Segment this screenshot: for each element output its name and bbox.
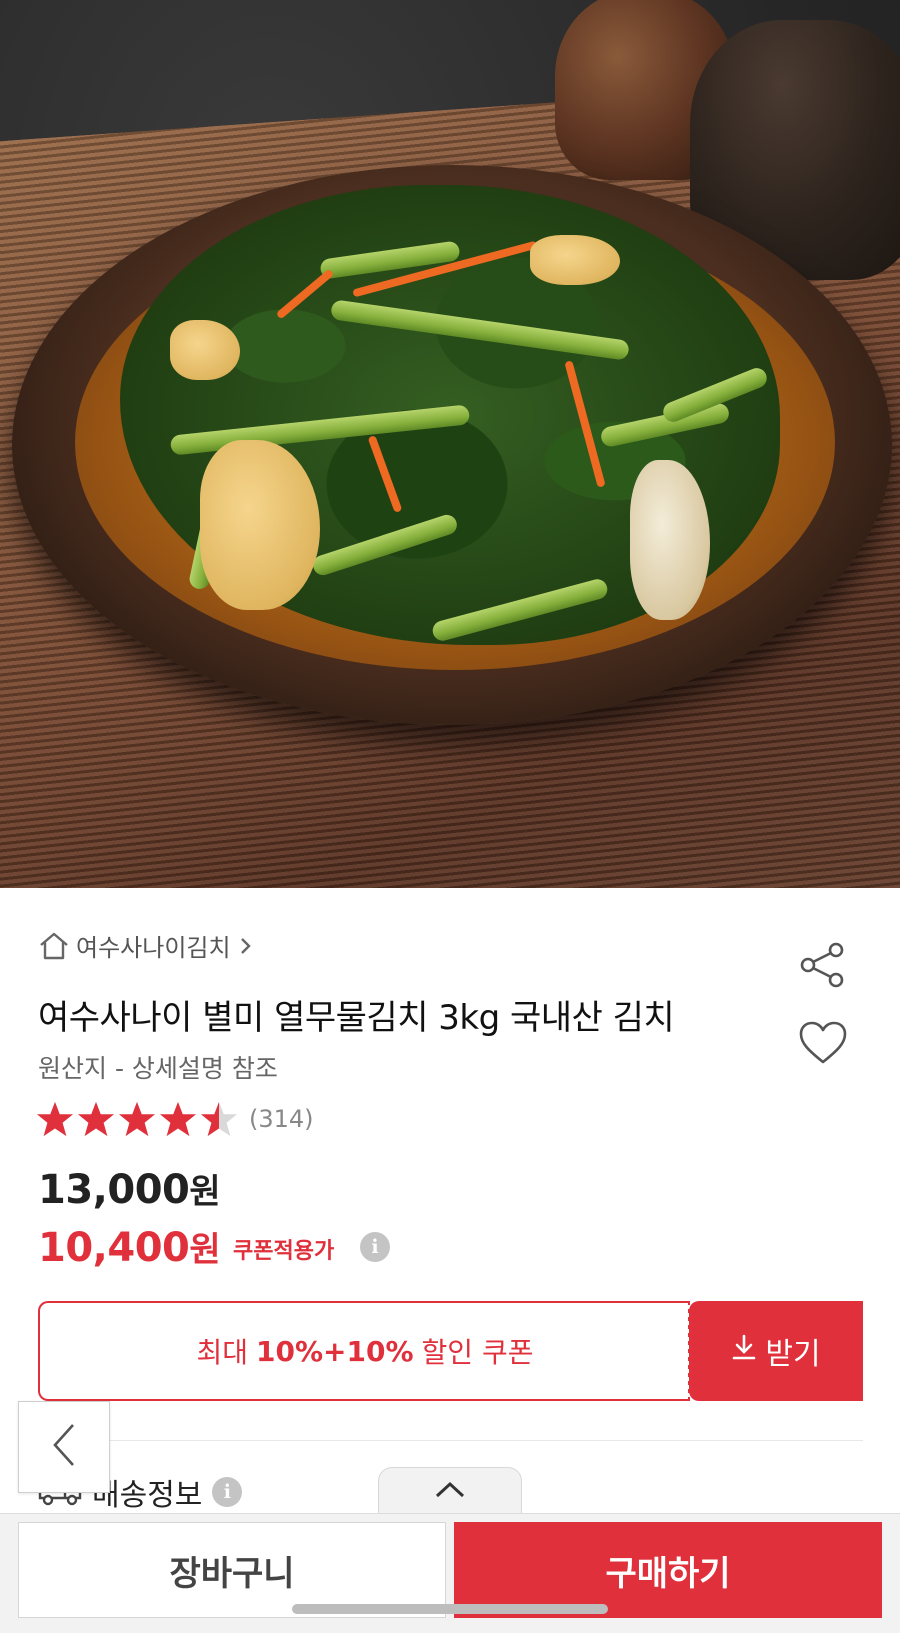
- chevron-right-icon: [237, 936, 253, 956]
- star-icon: [36, 1101, 74, 1137]
- back-button[interactable]: [18, 1401, 110, 1493]
- home-icon: [38, 931, 70, 961]
- original-price-value: 13,000: [38, 1167, 190, 1213]
- cabbage-leaf: [200, 440, 320, 610]
- coupon-prefix: 최대: [196, 1336, 249, 1369]
- store-name: 여수사나이김치: [76, 934, 231, 962]
- review-count: (314): [249, 1105, 314, 1133]
- half-star-icon: [200, 1101, 238, 1137]
- currency-unit: 원: [189, 1230, 221, 1270]
- sale-price: 10,400원: [38, 1222, 221, 1271]
- product-origin: 원산지 - 상세설명 참조: [38, 1054, 278, 1083]
- heart-icon: [798, 1021, 848, 1070]
- wishlist-button[interactable]: [798, 1020, 848, 1066]
- chevron-left-icon: [49, 1421, 79, 1473]
- cabbage-leaf: [530, 235, 620, 285]
- coupon-banner[interactable]: 최대 10%+10% 할인 쿠폰: [38, 1301, 690, 1401]
- coupon-download-button[interactable]: 받기: [689, 1301, 863, 1401]
- section-divider: [38, 1440, 863, 1441]
- download-icon: [731, 1333, 757, 1369]
- original-price: 13,000원: [38, 1164, 221, 1213]
- store-breadcrumb[interactable]: 여수사나이김치: [38, 928, 253, 963]
- share-button[interactable]: [798, 940, 848, 990]
- home-indicator[interactable]: [292, 1604, 608, 1614]
- collapse-handle[interactable]: [378, 1467, 522, 1515]
- product-title: 여수사나이 별미 열무물김치 3kg 국내산 김치: [38, 998, 675, 1038]
- product-rating[interactable]: (314): [36, 1100, 314, 1138]
- product-image: [0, 0, 900, 888]
- coupon-suffix: 할인 쿠폰: [421, 1336, 534, 1369]
- onion-slice: [630, 460, 710, 620]
- currency-unit: 원: [189, 1172, 221, 1212]
- info-icon[interactable]: i: [360, 1232, 390, 1262]
- info-icon[interactable]: i: [212, 1477, 243, 1507]
- download-label: 받기: [765, 1337, 821, 1372]
- coupon-applied-label: 쿠폰적용가: [233, 1239, 335, 1264]
- share-icon: [798, 942, 848, 994]
- star-icon: [118, 1101, 156, 1137]
- sale-price-value: 10,400: [38, 1225, 190, 1271]
- star-icon: [77, 1101, 115, 1137]
- coupon-amount: 10%+10%: [256, 1334, 414, 1368]
- cabbage-leaf: [170, 320, 240, 380]
- chevron-up-icon: [433, 1480, 467, 1504]
- star-icon: [159, 1101, 197, 1137]
